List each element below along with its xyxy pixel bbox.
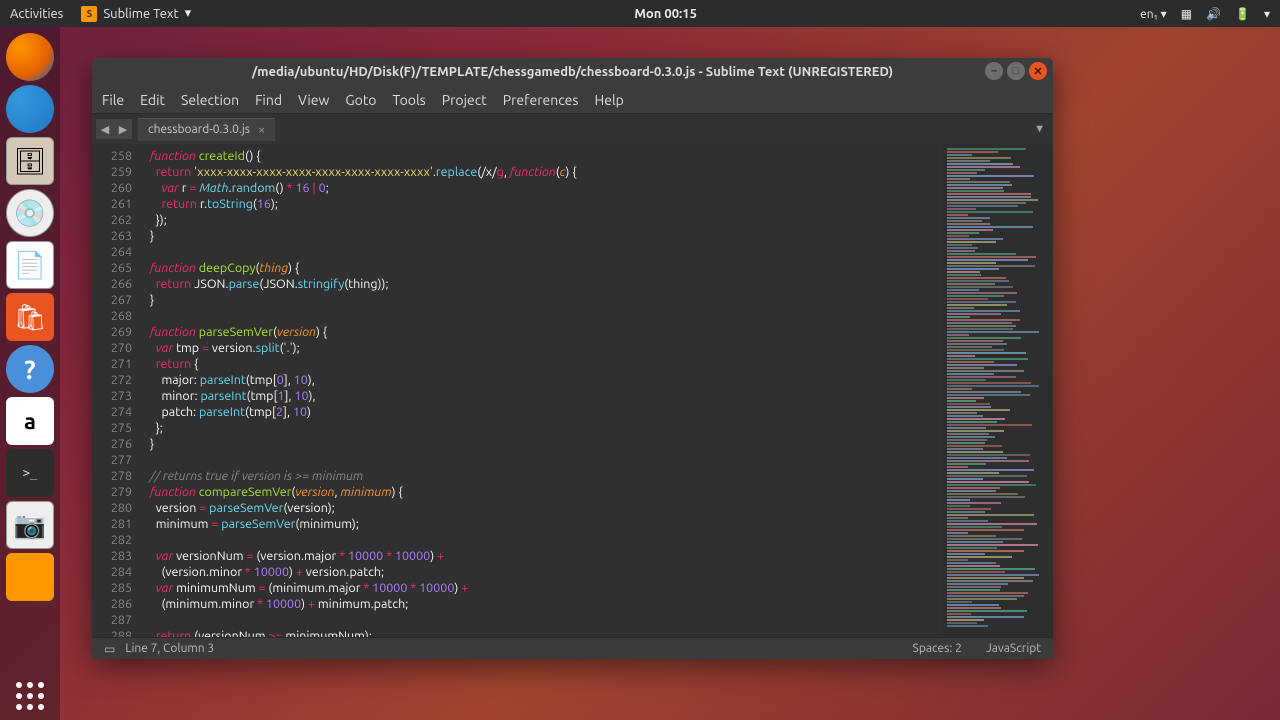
code-area[interactable]: 2582592602612622632642652662672682692702… [92,144,943,637]
dock-thunderbird[interactable] [6,85,54,133]
chevron-down-icon: ▾ [185,6,192,21]
menu-find[interactable]: Find [255,92,282,108]
menubar: File Edit Selection Find View Goto Tools Projec… [92,86,1053,114]
tab-close-icon[interactable]: × [258,123,265,137]
menu-edit[interactable]: Edit [140,92,165,108]
show-applications[interactable] [16,682,44,710]
statusbar: ▭ Line 7, Column 3 Spaces: 2 JavaScript [92,637,1053,659]
nav-forward[interactable]: ▶ [114,119,132,139]
indent-setting[interactable]: Spaces: 2 [913,642,962,655]
menu-selection[interactable]: Selection [181,92,239,108]
menu-preferences[interactable]: Preferences [503,92,579,108]
close-button[interactable]: ✕ [1029,62,1047,80]
titlebar[interactable]: /media/ubuntu/HD/Disk(F)/TEMPLATE/chessg… [92,58,1053,86]
tab-bar: ◀ ▶ chessboard-0.3.0.js × ▼ [92,114,1053,144]
minimap[interactable] [943,144,1053,637]
sublime-window: /media/ubuntu/HD/Disk(F)/TEMPLATE/chessg… [92,58,1053,659]
window-title: /media/ubuntu/HD/Disk(F)/TEMPLATE/chessg… [252,65,893,79]
dock-files[interactable]: 🗄 [6,137,54,185]
syntax-setting[interactable]: JavaScript [986,642,1041,655]
activities-button[interactable]: Activities [10,7,63,21]
source-code[interactable]: function createId() { return 'xxxx-xxxx-… [140,144,943,637]
active-app-menu[interactable]: S Sublime Text ▾ [81,6,191,22]
dock-amazon[interactable]: a [6,397,54,445]
dock: 🗄 💿 📄 🛍 ? a >_ 📷 [0,27,60,720]
cursor-position: Line 7, Column 3 [125,642,214,655]
menu-goto[interactable]: Goto [345,92,376,108]
dock-disks[interactable]: 💿 [6,189,54,237]
editor: 2582592602612622632642652662672682692702… [92,144,1053,637]
menu-tools[interactable]: Tools [393,92,426,108]
nav-back[interactable]: ◀ [96,119,114,139]
minimize-button[interactable]: – [985,62,1003,80]
menu-help[interactable]: Help [594,92,623,108]
dock-software[interactable]: 🛍 [6,293,54,341]
menu-project[interactable]: Project [442,92,487,108]
sublime-icon: S [81,6,97,22]
clock[interactable]: Mon 00:15 [634,7,697,21]
gnome-topbar: Activities S Sublime Text ▾ Mon 00:15 en… [0,0,1280,27]
wifi-icon[interactable]: ▦ [1181,7,1192,21]
dock-writer[interactable]: 📄 [6,241,54,289]
input-lang[interactable]: en₁ ▾ [1140,7,1167,21]
dock-firefox[interactable] [6,33,54,81]
line-gutter: 2582592602612622632642652662672682692702… [92,144,140,637]
panel-switcher-icon[interactable]: ▭ [104,642,115,656]
system-menu-chevron[interactable]: ▾ [1264,7,1270,21]
menu-view[interactable]: View [298,92,329,108]
battery-icon[interactable]: 🔋 [1235,7,1250,21]
dock-screenshot[interactable]: 📷 [6,501,54,549]
tab-label: chessboard-0.3.0.js [148,123,250,136]
menu-file[interactable]: File [102,92,124,108]
tab-dropdown-icon[interactable]: ▼ [1034,123,1045,135]
volume-icon[interactable]: 🔊 [1206,7,1221,21]
tab-chessboard[interactable]: chessboard-0.3.0.js × [138,118,275,141]
dock-sublime[interactable] [6,553,54,601]
maximize-button[interactable]: □ [1007,62,1025,80]
dock-terminal[interactable]: >_ [6,449,54,497]
dock-help[interactable]: ? [6,345,54,393]
